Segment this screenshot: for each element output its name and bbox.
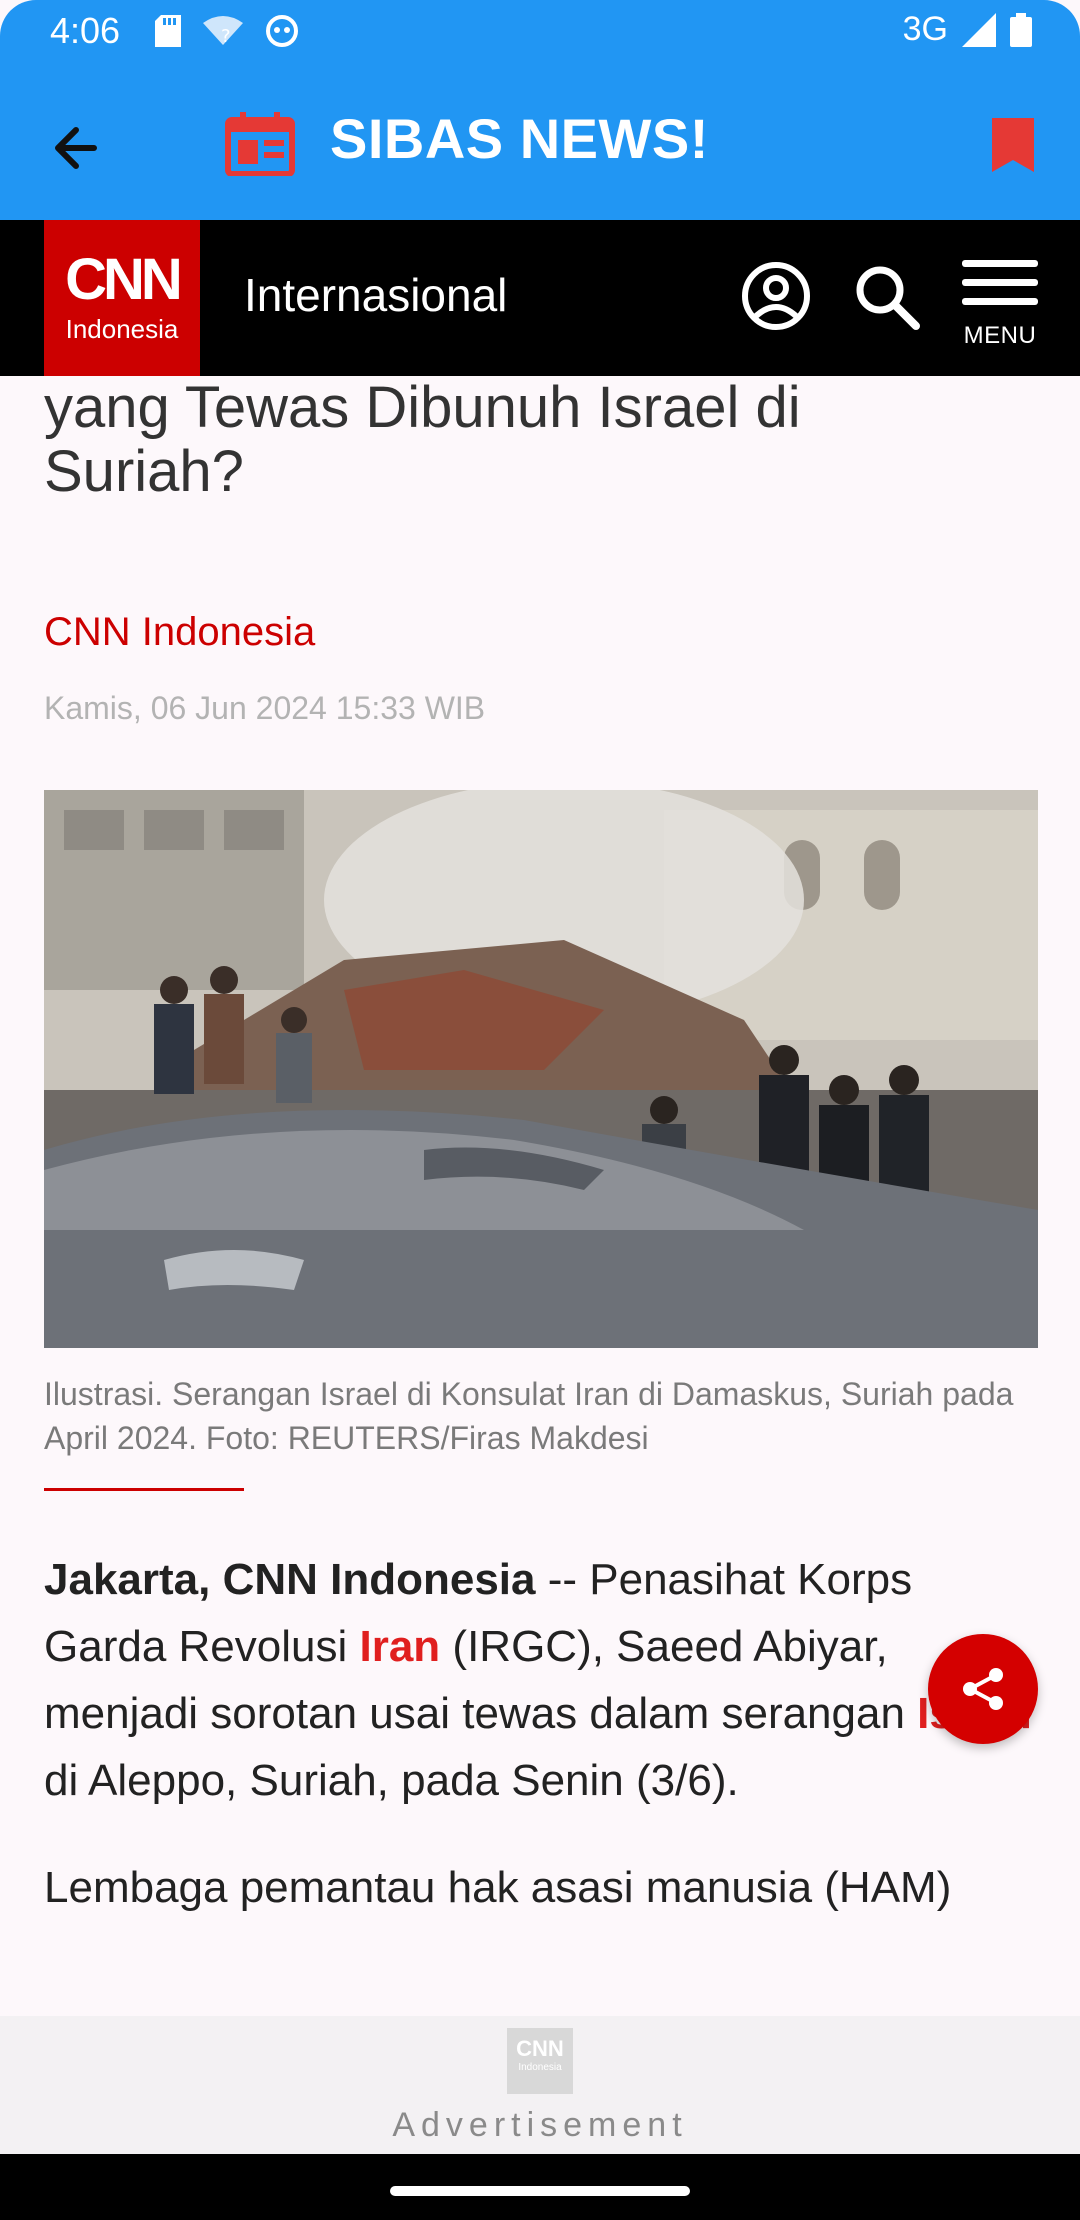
p1-text-c: di Aleppo, Suriah, pada Senin (3/6). <box>44 1756 739 1805</box>
app-bar: SIBAS NEWS! <box>0 66 1080 220</box>
article-title: yang Tewas Dibunuh Israel di Suriah? <box>44 376 1034 504</box>
article-body: Jakarta, CNN Indonesia -- Penasihat Korp… <box>44 1546 1034 1921</box>
wifi-question-icon: ? <box>203 16 243 47</box>
menu-button[interactable]: MENU <box>960 260 1040 360</box>
ad-logo-sub: Indonesia <box>518 2062 562 2073</box>
ad-label: Advertisement <box>392 2106 688 2144</box>
status-icons-left: ? <box>155 14 299 48</box>
cnn-indonesia-logo[interactable]: CNN Indonesia <box>44 220 200 376</box>
app-title: SIBAS NEWS! <box>330 107 709 170</box>
article-date: Kamis, 06 Jun 2024 15:33 WIB <box>44 690 486 726</box>
ad-logo-main: CNN <box>516 2036 564 2061</box>
signal-icon <box>962 12 996 47</box>
svg-text:?: ? <box>221 26 231 47</box>
status-time: 4:06 <box>50 10 121 51</box>
paragraph-1: Jakarta, CNN Indonesia -- Penasihat Korp… <box>44 1546 1034 1814</box>
logo-sub-text: Indonesia <box>65 314 179 344</box>
share-button[interactable] <box>928 1634 1038 1744</box>
section-label[interactable]: Internasional <box>244 268 507 322</box>
photo-caption: Ilustrasi. Serangan Israel di Konsulat I… <box>44 1376 1014 1456</box>
ad-cnn-logo: CNN Indonesia <box>507 2028 573 2094</box>
status-bar: 4:06 ? 3G <box>0 0 1080 66</box>
title-line-2: Suriah? <box>44 439 244 504</box>
screen: 4:06 ? 3G SIBAS NEWS! CNN Indonesia Inte… <box>0 0 1080 2220</box>
app-notification-icon <box>266 15 298 47</box>
title-line-1: yang Tewas Dibunuh Israel di <box>44 376 801 440</box>
divider-rule <box>44 1488 244 1491</box>
tag-link-iran[interactable]: Iran <box>359 1622 440 1671</box>
home-gesture-pill[interactable] <box>390 2186 690 2196</box>
back-arrow-icon[interactable] <box>44 116 108 180</box>
battery-icon <box>1010 12 1032 47</box>
site-header: CNN Indonesia Internasional MENU <box>0 220 1080 376</box>
dateline: Jakarta, CNN Indonesia <box>44 1555 536 1604</box>
hamburger-icon <box>962 260 1038 306</box>
bookmark-icon[interactable] <box>988 116 1038 176</box>
article-content: yang Tewas Dibunuh Israel di Suriah? CNN… <box>0 376 1080 2016</box>
sd-card-icon <box>155 15 181 47</box>
share-icon <box>963 1668 1003 1710</box>
logo-main-text: CNN <box>65 247 183 312</box>
search-icon[interactable] <box>852 262 922 332</box>
advertisement-banner[interactable]: CNN Indonesia Advertisement <box>0 2016 1080 2154</box>
photo-scene <box>44 790 1038 1348</box>
newspaper-logo-icon <box>225 112 295 176</box>
article-source[interactable]: CNN Indonesia <box>44 610 315 655</box>
status-icons-right: 3G <box>903 10 1032 49</box>
paragraph-2: Lembaga pemantau hak asasi manusia (HAM) <box>44 1863 952 1912</box>
article-photo[interactable] <box>44 790 1038 1348</box>
network-type: 3G <box>902 10 948 48</box>
system-nav-bar <box>0 2154 1080 2220</box>
user-account-icon[interactable] <box>740 260 812 332</box>
menu-label: MENU <box>963 322 1037 349</box>
